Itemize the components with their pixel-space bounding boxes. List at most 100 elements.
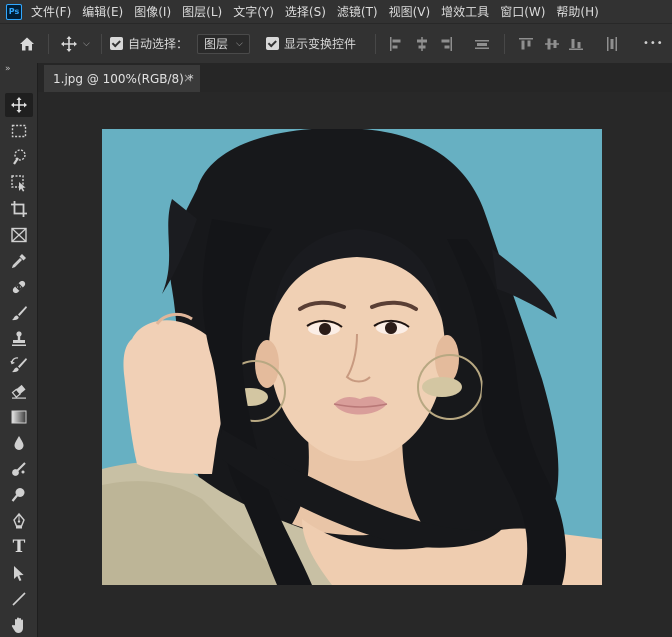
- quick-select-icon: [13, 149, 26, 165]
- hand-tool[interactable]: [5, 613, 33, 637]
- separator: [504, 34, 505, 54]
- align-horizontal-centers-button[interactable]: [412, 24, 432, 63]
- checkbox-checked-icon: [110, 37, 123, 50]
- object-select-tool[interactable]: [5, 171, 33, 195]
- collapse-panel-icon[interactable]: »: [5, 64, 10, 74]
- menu-type[interactable]: 文字(Y): [233, 3, 274, 20]
- distribute-vertical-icon: [475, 39, 489, 49]
- gradient-icon: [11, 410, 27, 424]
- menu-edit[interactable]: 编辑(E): [82, 3, 123, 20]
- pen-tool[interactable]: [5, 509, 33, 533]
- menu-layer[interactable]: 图层(L): [182, 3, 222, 20]
- canvas-area[interactable]: [38, 92, 672, 637]
- rectangle-marquee-icon: [11, 124, 27, 138]
- distribute-horizontal-icon: [607, 36, 617, 51]
- brush-tool[interactable]: [5, 301, 33, 325]
- menu-window[interactable]: 窗口(W): [500, 3, 545, 20]
- menu-image[interactable]: 图像(I): [134, 3, 171, 20]
- history-brush-tool[interactable]: [5, 353, 33, 377]
- document-tabs: 1.jpg @ 100%(RGB/8) * ×: [38, 63, 672, 92]
- line-icon: [12, 592, 26, 606]
- chevron-down-icon: ⌵: [236, 38, 243, 49]
- arrow-pointer-icon: [14, 566, 24, 581]
- eraser-icon: [11, 384, 26, 399]
- align-left-edges-button[interactable]: [386, 24, 406, 63]
- object-select-icon: [11, 175, 26, 192]
- show-transform-controls-checkbox[interactable]: 显示变换控件: [266, 24, 356, 63]
- crop-icon: [11, 201, 27, 217]
- align-right-edges-button[interactable]: [436, 24, 456, 63]
- path-select-tool[interactable]: [5, 561, 33, 585]
- align-top-edges-button[interactable]: [516, 24, 536, 63]
- document-tab[interactable]: 1.jpg @ 100%(RGB/8) * ×: [44, 65, 200, 92]
- clone-stamp-icon: [12, 331, 26, 346]
- separator: [48, 34, 49, 54]
- menu-view[interactable]: 视图(V): [389, 3, 431, 20]
- brush-icon: [12, 306, 27, 321]
- separator: [375, 34, 376, 54]
- align-center-icon: [417, 36, 427, 51]
- align-bottom-edges-button[interactable]: [566, 24, 586, 63]
- close-icon[interactable]: ×: [183, 71, 193, 85]
- align-middle-icon: [545, 38, 559, 49]
- line-tool[interactable]: [5, 587, 33, 611]
- options-bar: ⌵ 自动选择： 图层 ⌵ 显示变换控件 •••: [0, 23, 672, 63]
- align-left-icon: [390, 36, 401, 51]
- auto-select-checkbox[interactable]: 自动选择：: [110, 24, 188, 63]
- tools-panel: » T: [0, 63, 38, 637]
- type-icon: T: [12, 537, 26, 557]
- dodge-icon: [11, 488, 25, 502]
- eraser-tool[interactable]: [5, 379, 33, 403]
- menu-plugins[interactable]: 增效工具: [441, 3, 489, 20]
- lasso-tool[interactable]: [5, 145, 33, 169]
- menu-file[interactable]: 文件(F): [31, 3, 71, 20]
- menu-filter[interactable]: 滤镜(T): [337, 3, 378, 20]
- portrait-photo: [102, 129, 602, 585]
- move-tool[interactable]: [5, 93, 33, 117]
- move-icon: [61, 35, 77, 52]
- stamp-tool[interactable]: [5, 327, 33, 351]
- move-tool-preset-button[interactable]: ⌵: [60, 24, 90, 63]
- menu-select[interactable]: 选择(S): [285, 3, 326, 20]
- pen-icon: [13, 512, 25, 529]
- history-brush-icon: [10, 357, 27, 373]
- separator: [101, 34, 102, 54]
- hand-icon: [11, 617, 23, 633]
- bandage-icon: [12, 280, 26, 294]
- home-button[interactable]: [18, 24, 36, 63]
- auto-select-target-value: 图层: [204, 37, 229, 51]
- photoshop-logo-icon[interactable]: Ps: [6, 3, 22, 20]
- frame-icon: [11, 227, 27, 243]
- align-bottom-icon: [569, 38, 583, 50]
- eyedropper-tool[interactable]: [5, 249, 33, 273]
- more-icon: •••: [643, 38, 664, 49]
- blur-tool[interactable]: [5, 431, 33, 455]
- smudge-icon: [12, 462, 26, 476]
- auto-select-target-dropdown[interactable]: 图层 ⌵: [197, 33, 250, 54]
- menu-bar: Ps 文件(F) 编辑(E) 图像(I) 图层(L) 文字(Y) 选择(S) 滤…: [0, 0, 672, 23]
- chevron-down-icon: ⌵: [83, 38, 90, 49]
- frame-tool[interactable]: [5, 223, 33, 247]
- document-image[interactable]: [102, 129, 602, 585]
- menu-help[interactable]: 帮助(H): [556, 3, 598, 20]
- align-top-icon: [519, 37, 533, 49]
- more-options-button[interactable]: •••: [643, 24, 664, 63]
- auto-select-label: 自动选择：: [128, 37, 189, 51]
- align-vertical-centers-button[interactable]: [542, 24, 562, 63]
- healing-brush-tool[interactable]: [5, 275, 33, 299]
- paint-bucket-tool[interactable]: [5, 457, 33, 481]
- type-tool[interactable]: T: [5, 535, 33, 559]
- blur-drop-icon: [14, 436, 24, 450]
- crop-tool[interactable]: [5, 197, 33, 221]
- checkbox-checked-icon: [266, 37, 279, 50]
- align-right-icon: [441, 36, 452, 51]
- home-icon: [20, 37, 34, 50]
- move-icon: [11, 97, 27, 113]
- distribute-vertical-button[interactable]: [472, 24, 492, 63]
- distribute-horizontal-button[interactable]: [602, 24, 622, 63]
- eyedropper-icon: [11, 254, 26, 269]
- marquee-tool[interactable]: [5, 119, 33, 143]
- show-transform-label: 显示变换控件: [284, 37, 357, 51]
- gradient-tool[interactable]: [5, 405, 33, 429]
- dodge-tool[interactable]: [5, 483, 33, 507]
